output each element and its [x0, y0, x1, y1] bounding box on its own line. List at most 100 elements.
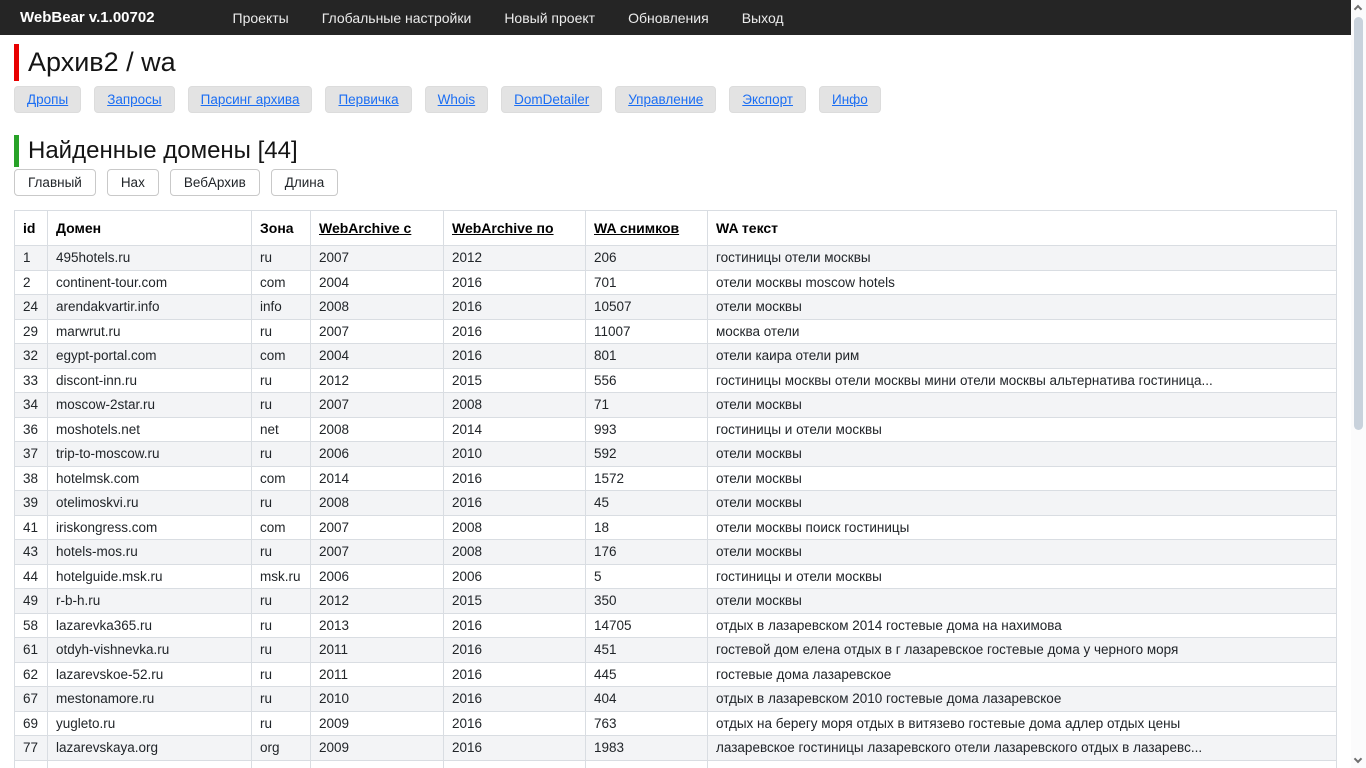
cell-domain: discont-inn.ru [48, 368, 252, 393]
cell-webarchive-from: 2008 [311, 295, 444, 320]
cell-wa-text: отели москвы [708, 540, 1337, 565]
cell-wa-snapshots: 206 [586, 246, 708, 271]
cell-webarchive-from: 2007 [311, 515, 444, 540]
cell-zone: ru [252, 319, 311, 344]
cell-wa-text: отдых в лазаревском 2014 гостевые дома н… [708, 613, 1337, 638]
tab-button[interactable]: Whois [425, 86, 489, 113]
cell-wa-snapshots: 404 [586, 687, 708, 712]
cell-webarchive-to: 2016 [444, 344, 586, 369]
column-header-webarchive-to[interactable]: WebArchive по [444, 211, 586, 246]
cell-wa-snapshots: 993 [586, 417, 708, 442]
cell-id: 36 [15, 417, 48, 442]
table-row: 33discont-inn.ruru20122015556гостиницы м… [15, 368, 1337, 393]
column-header-zone: Зона [252, 211, 311, 246]
section-title-block: Найденные домены [44] [14, 135, 298, 167]
nav-item[interactable]: Новый проект [504, 10, 595, 26]
filter-button[interactable]: Главный [14, 169, 96, 196]
cell-zone: org [252, 736, 311, 761]
filter-button[interactable]: Нах [107, 169, 159, 196]
cell-id: 41 [15, 515, 48, 540]
cell-wa-text: отели москвы [708, 491, 1337, 516]
tab-button[interactable]: DomDetailer [501, 86, 602, 113]
column-header-wa-snapshots[interactable]: WA снимков [586, 211, 708, 246]
cell-id: 44 [15, 564, 48, 589]
cell-wa-text: отели москвы [708, 466, 1337, 491]
cell-webarchive-to: 2016 [444, 736, 586, 761]
cell-wa-text: отели москвы [708, 589, 1337, 614]
cell-webarchive-to: 2016 [444, 491, 586, 516]
scrollbar-down-arrow-icon[interactable] [1354, 755, 1362, 763]
cell-id [15, 760, 48, 768]
nav-item[interactable]: Выход [742, 10, 784, 26]
tab-button[interactable]: Управление [615, 86, 716, 113]
tab-button[interactable]: Первичка [325, 86, 411, 113]
cell-webarchive-from: 2007 [311, 540, 444, 565]
cell-webarchive-from: 2007 [311, 246, 444, 271]
cell-wa-snapshots: 1572 [586, 466, 708, 491]
tab-button[interactable]: Дропы [14, 86, 81, 113]
cell-webarchive-to: 2016 [444, 711, 586, 736]
cell-domain: yugleto.ru [48, 711, 252, 736]
cell-zone: msk.ru [252, 564, 311, 589]
cell-wa-snapshots: 14705 [586, 613, 708, 638]
cell-webarchive-from: 2006 [311, 442, 444, 467]
cell-id: 58 [15, 613, 48, 638]
tab-button[interactable]: Экспорт [729, 86, 806, 113]
cell-webarchive-from: 2008 [311, 417, 444, 442]
cell-domain: otdyh-vishnevka.ru [48, 638, 252, 663]
filter-button[interactable]: Длина [271, 169, 339, 196]
cell-webarchive-to: 2016 [444, 270, 586, 295]
column-header-webarchive-from[interactable]: WebArchive с [311, 211, 444, 246]
scrollbar-thumb[interactable] [1354, 17, 1363, 430]
vertical-scrollbar[interactable] [1351, 0, 1366, 768]
cell-domain [48, 760, 252, 768]
cell-domain: hotelmsk.com [48, 466, 252, 491]
filter-buttons: Главный Нах ВебАрхив Длина [14, 169, 338, 196]
column-header-domain: Домен [48, 211, 252, 246]
cell-webarchive-to: 2016 [444, 295, 586, 320]
table-row: 34moscow-2star.ruru2007200871отели москв… [15, 393, 1337, 418]
cell-webarchive-to: 2006 [444, 564, 586, 589]
table-row: 67mestonamore.ruru20102016404отдых в лаз… [15, 687, 1337, 712]
cell-wa-text: отели москвы [708, 393, 1337, 418]
cell-id: 2 [15, 270, 48, 295]
table-row: 61otdyh-vishnevka.ruru20112016451гостево… [15, 638, 1337, 663]
table-row: 24arendakvartir.infoinfo2008201610507оте… [15, 295, 1337, 320]
tab-button[interactable]: Инфо [819, 86, 881, 113]
cell-webarchive-to: 2008 [444, 393, 586, 418]
tab-button[interactable]: Парсинг архива [188, 86, 313, 113]
cell-id: 49 [15, 589, 48, 614]
cell-wa-snapshots: 592 [586, 442, 708, 467]
cell-webarchive-from: 2009 [311, 711, 444, 736]
cell-id: 29 [15, 319, 48, 344]
cell-wa-text: отели каира отели рим [708, 344, 1337, 369]
nav-item[interactable]: Обновления [628, 10, 709, 26]
cell-domain: arendakvartir.info [48, 295, 252, 320]
nav-item[interactable]: Глобальные настройки [322, 10, 472, 26]
cell-webarchive-to: 2016 [444, 638, 586, 663]
table-row: 2continent-tour.comcom20042016701отели м… [15, 270, 1337, 295]
cell-domain: iriskongress.com [48, 515, 252, 540]
cell-zone: ru [252, 246, 311, 271]
cell-domain: trip-to-moscow.ru [48, 442, 252, 467]
page-title: Архив2 / wa [28, 44, 176, 81]
cell-id: 67 [15, 687, 48, 712]
cell-id: 77 [15, 736, 48, 761]
cell-zone: ru [252, 638, 311, 663]
cell-webarchive-to: 2015 [444, 368, 586, 393]
cell-webarchive-from [311, 760, 444, 768]
cell-id: 43 [15, 540, 48, 565]
nav-item[interactable]: Проекты [233, 10, 289, 26]
cell-webarchive-to: 2016 [444, 613, 586, 638]
cell-wa-text: гостиницы и отели москвы [708, 564, 1337, 589]
filter-button[interactable]: ВебАрхив [170, 169, 260, 196]
cell-domain: lazarevka365.ru [48, 613, 252, 638]
cell-wa-snapshots: 176 [586, 540, 708, 565]
scrollbar-up-arrow-icon[interactable] [1354, 5, 1362, 13]
cell-domain: 495hotels.ru [48, 246, 252, 271]
cell-wa-text: москва отели [708, 319, 1337, 344]
table-row: 38hotelmsk.comcom201420161572отели москв… [15, 466, 1337, 491]
tab-button[interactable]: Запросы [94, 86, 174, 113]
page-title-block: Архив2 / wa [14, 44, 176, 81]
table-row: 58lazarevka365.ruru2013201614705отдых в … [15, 613, 1337, 638]
